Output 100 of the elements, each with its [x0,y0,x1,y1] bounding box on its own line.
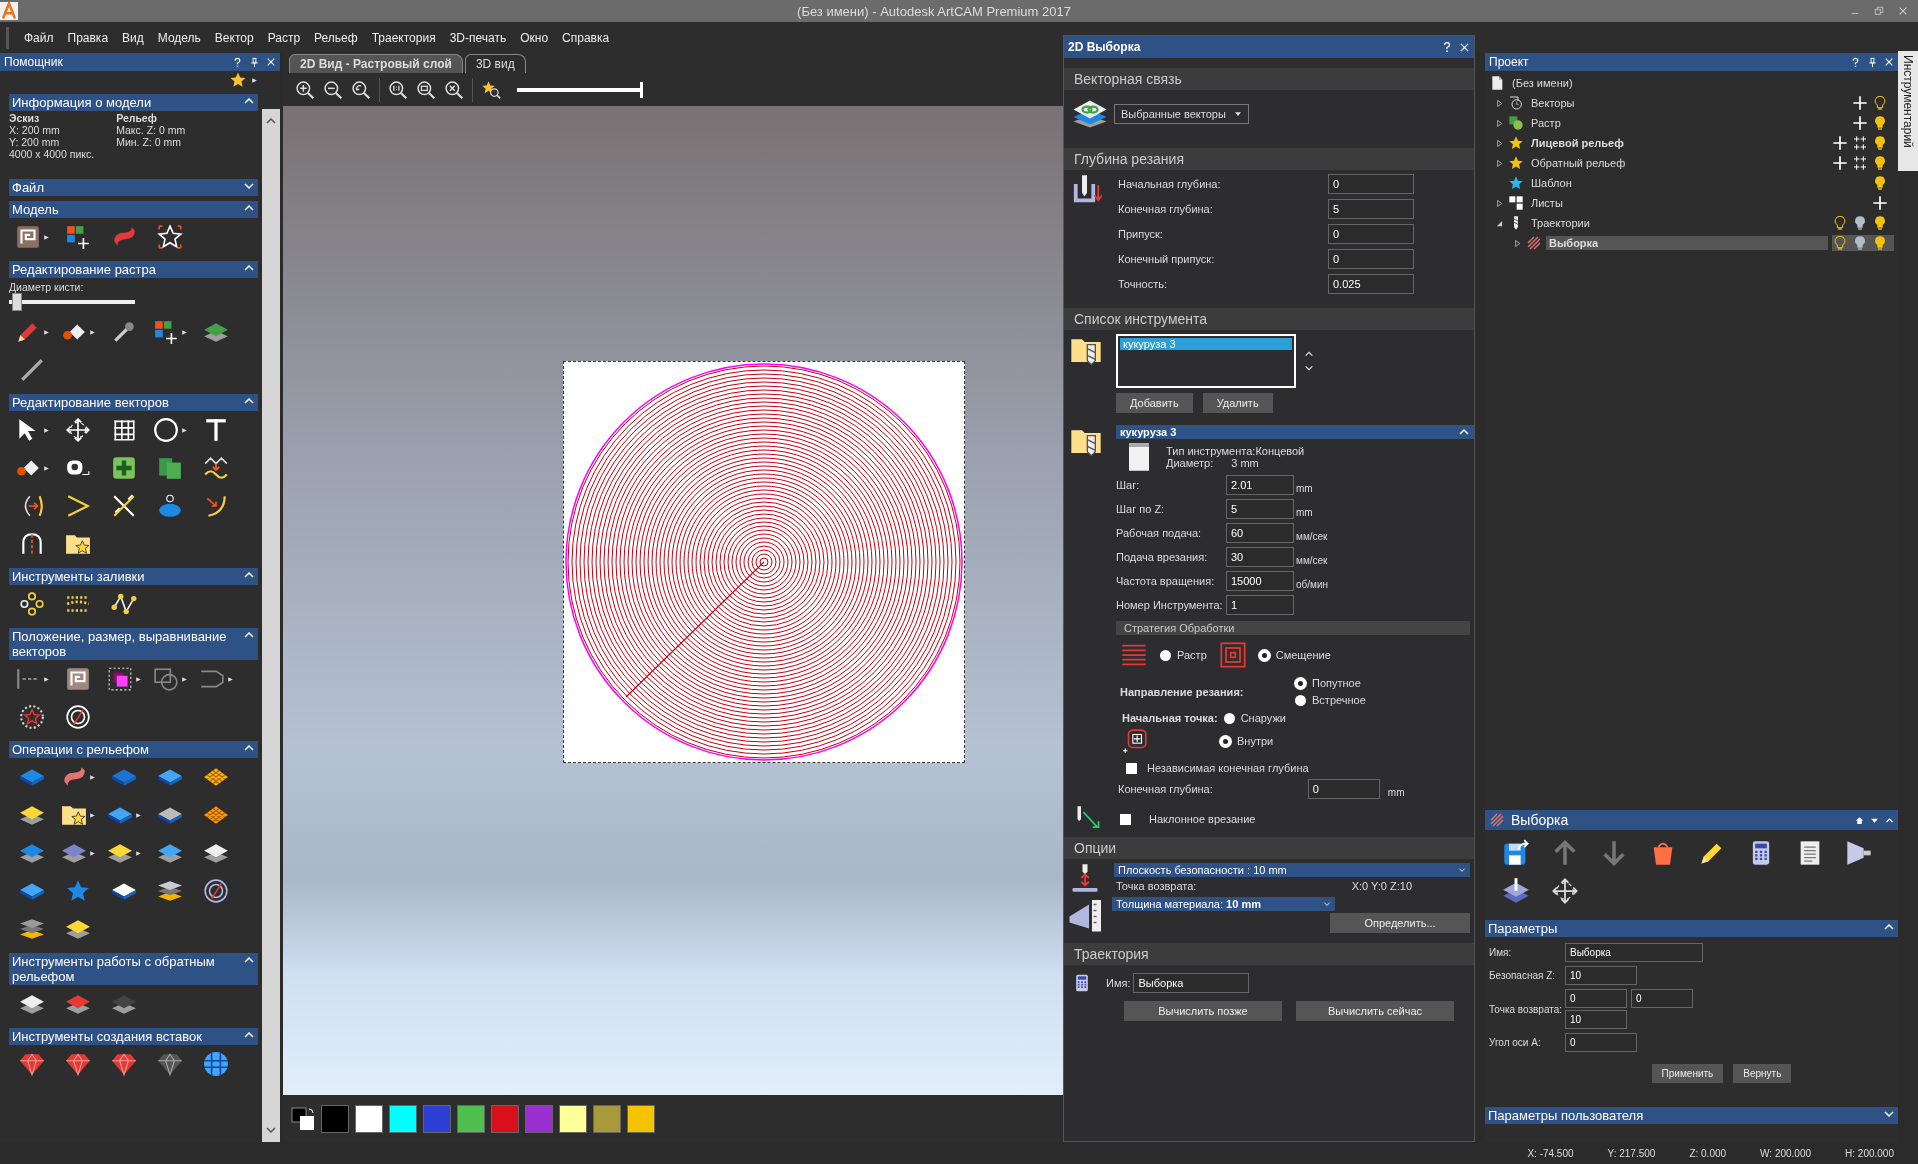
color-pair-icon[interactable] [291,1106,315,1131]
tool-list-button[interactable]: Удалить [1202,393,1273,413]
star-icon[interactable] [1508,155,1524,171]
swatches-icon[interactable] [65,224,91,250]
radio-button[interactable] [1223,712,1235,724]
bulb-icon[interactable] [1872,215,1888,231]
color-swatch[interactable] [321,1104,349,1133]
final-depth-field[interactable]: 0 [1307,779,1380,799]
color-swatch[interactable] [457,1104,485,1133]
add-icon[interactable] [1872,195,1888,211]
stack-icon[interactable] [19,916,45,942]
color-swatch[interactable] [389,1104,417,1133]
depth-field[interactable]: 0 [1328,174,1414,194]
bulb-icon[interactable] [1872,135,1888,151]
hatch-icon[interactable] [1526,235,1542,251]
bulb-icon[interactable] [1872,175,1888,191]
expand-arrow-icon[interactable] [1495,138,1504,148]
color-swatch[interactable] [423,1104,451,1133]
pin-icon[interactable] [1867,56,1878,68]
depth-field[interactable]: 5 [1328,199,1414,219]
star-icon[interactable] [1508,135,1524,151]
expand-arrow-icon[interactable] [1513,238,1522,248]
tree-item[interactable]: (Без имени) [1509,76,1576,90]
grid-warp-icon[interactable] [111,417,137,443]
zoom-in-icon[interactable] [295,79,315,100]
tree-item[interactable]: Лицевой рельеф [1528,136,1627,150]
tool-field[interactable]: 5 [1226,499,1294,519]
help-icon[interactable] [1441,41,1453,53]
pin-icon[interactable] [249,56,260,68]
star-icon[interactable] [157,224,183,250]
parameters-button[interactable]: Применить [1651,1064,1724,1083]
star-zoom-icon[interactable] [481,79,501,100]
menu-item[interactable]: Растр [260,30,308,45]
add-icon[interactable] [1832,135,1848,151]
bulb-outline-icon[interactable] [1872,95,1888,111]
bulb-icon[interactable] [1872,235,1888,251]
depth-field[interactable]: 0 [1328,224,1414,244]
expand-icon[interactable] [1883,1108,1895,1120]
node-line-icon[interactable] [111,591,137,617]
add-icon[interactable] [1832,155,1848,171]
tool-header[interactable]: кукуруза 3 [1116,425,1474,439]
tree-item[interactable]: Траектории [1528,216,1593,230]
spiral-square-icon[interactable] [65,666,91,692]
menu-item[interactable]: Окно [513,30,556,45]
add-icon[interactable] [1852,95,1868,111]
raster-icon[interactable] [1508,115,1524,131]
favorites-star-icon[interactable] [229,71,247,89]
bulb-icon[interactable] [1852,215,1868,231]
scissors-icon[interactable] [111,493,137,519]
document-icon[interactable] [1489,75,1505,91]
zoom-out-icon[interactable] [323,79,343,100]
tree-item[interactable]: Растр [1528,116,1564,130]
tree-item[interactable]: Выборка [1546,236,1828,250]
menu-item[interactable]: Правка [60,30,116,45]
gem-icon[interactable] [65,1051,91,1077]
projector-icon[interactable] [1844,839,1873,867]
tree-item[interactable]: Листы [1528,196,1566,210]
restore-icon[interactable] [1874,6,1884,16]
block-icon[interactable] [1501,877,1530,905]
tool-field[interactable]: 2.01 [1226,475,1294,495]
curve-icon[interactable] [203,455,229,481]
radio-button[interactable] [1220,735,1231,747]
gem-icon[interactable] [157,1051,183,1077]
parameters-button[interactable]: Вернуть [1733,1064,1792,1083]
expand-icon[interactable] [1885,815,1894,825]
target-icon[interactable] [203,878,229,904]
side-tab[interactable]: Инструментарий [1898,51,1918,171]
move-down-icon[interactable] [1304,363,1314,373]
radio-button[interactable] [1295,694,1306,706]
name-field[interactable]: Выборка [1565,943,1703,962]
vector-dropdown[interactable]: Выбранные векторы [1114,104,1249,124]
tool-field[interactable]: 15000 [1226,571,1294,591]
gem-icon[interactable] [19,1051,45,1077]
color-swatch[interactable] [491,1104,519,1133]
tool-field[interactable]: 1 [1226,595,1294,615]
checkbox[interactable] [1120,813,1131,825]
tree-item[interactable]: Обратный рельеф [1528,156,1629,170]
square-icon[interactable] [106,666,133,692]
zoom-previous-icon[interactable] [351,79,371,100]
tool-field[interactable]: 30 [1226,547,1294,567]
radio-button[interactable] [1160,649,1171,661]
calculate-button[interactable]: Вычислить позже [1124,1001,1282,1021]
view-tab[interactable]: 3D вид [464,54,526,73]
close-icon[interactable] [1898,6,1908,16]
menu-item[interactable]: Вектор [207,30,261,45]
zoom-actual-icon[interactable] [388,79,408,100]
eyedropper-icon[interactable] [111,319,137,345]
tree-item[interactable]: Шаблон [1528,176,1575,190]
expand-arrow-icon[interactable] [1495,198,1504,208]
color-swatch[interactable] [355,1104,383,1133]
toolpath-name-field[interactable]: Выборка [1133,973,1250,993]
vectors-icon[interactable] [1508,95,1524,111]
home-icon[interactable] [1855,815,1864,825]
color-swatch[interactable] [525,1104,553,1133]
radio-button[interactable] [1295,677,1306,689]
radio-button[interactable] [1258,649,1270,661]
move-up-icon[interactable] [1304,349,1314,359]
stack-icon[interactable] [157,878,183,904]
dots-icon[interactable] [19,591,45,617]
expand-arrow-icon[interactable] [1495,158,1504,168]
